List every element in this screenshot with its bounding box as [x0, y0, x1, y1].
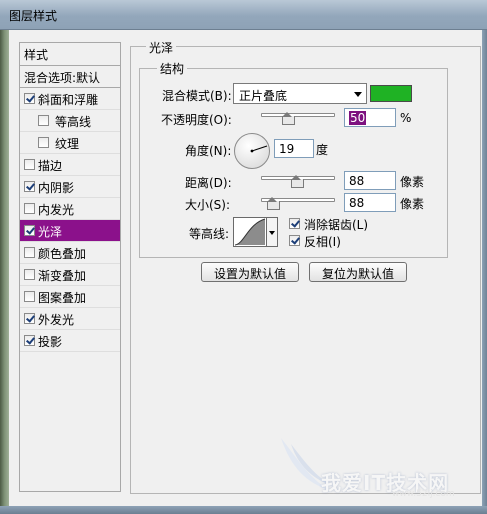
- style-item-label: 颜色叠加: [38, 247, 87, 261]
- window-frame-bottom: [0, 506, 487, 514]
- opacity-input[interactable]: 50: [344, 108, 396, 127]
- color-overlay-checkbox[interactable]: [24, 247, 35, 258]
- style-item-color-overlay[interactable]: 颜色叠加: [20, 242, 120, 264]
- dialog-client: 样式 混合选项:默认 斜面和浮雕 等高线 纹理 描边 内阴影 内发光 光泽 颜色…: [9, 30, 482, 506]
- anti-alias-checkbox[interactable]: [289, 218, 300, 229]
- size-input[interactable]: 88: [344, 193, 396, 212]
- anti-alias-label: 消除锯齿(L): [304, 218, 369, 232]
- style-item-satin[interactable]: 光泽: [20, 220, 120, 242]
- style-item-pattern-overlay[interactable]: 图案叠加: [20, 286, 120, 308]
- satin-checkbox[interactable]: [24, 225, 35, 236]
- style-item-label: 斜面和浮雕: [38, 93, 99, 107]
- styles-header[interactable]: 样式: [20, 43, 120, 66]
- angle-input[interactable]: 19: [274, 139, 314, 158]
- gradient-overlay-checkbox[interactable]: [24, 269, 35, 280]
- size-value: 88: [349, 196, 365, 210]
- invert-label: 反相(I): [304, 235, 341, 249]
- angle-unit: 度: [316, 143, 329, 157]
- invert-checkbox[interactable]: [289, 235, 300, 246]
- blending-options-item[interactable]: 混合选项:默认: [20, 66, 120, 88]
- size-label: 大小(S):: [185, 198, 231, 212]
- angle-dial-needle: [250, 145, 268, 153]
- style-item-drop-shadow[interactable]: 投影: [20, 330, 120, 352]
- pattern-overlay-checkbox[interactable]: [24, 291, 35, 302]
- style-item-inner-shadow[interactable]: 内阴影: [20, 176, 120, 198]
- inner-glow-checkbox[interactable]: [24, 203, 35, 214]
- style-item-label: 外发光: [38, 313, 75, 327]
- size-slider-thumb[interactable]: [267, 197, 280, 210]
- distance-slider-thumb[interactable]: [291, 175, 304, 188]
- style-item-label: 等高线: [55, 115, 92, 129]
- drop-shadow-checkbox[interactable]: [24, 335, 35, 346]
- style-item-label: 描边: [38, 159, 63, 173]
- distance-unit: 像素: [400, 175, 425, 189]
- style-item-label: 投影: [38, 335, 63, 349]
- contour-label: 等高线:: [189, 227, 230, 241]
- structure-group-title: 结构: [157, 60, 188, 77]
- style-item-bevel-emboss[interactable]: 斜面和浮雕: [20, 88, 120, 110]
- distance-value: 88: [349, 174, 365, 188]
- opacity-label: 不透明度(O):: [161, 113, 232, 127]
- opacity-unit: %: [400, 111, 412, 125]
- contour-curve-icon: [234, 218, 266, 246]
- contour-dropdown-button[interactable]: [267, 217, 278, 247]
- title-bar[interactable]: 图层样式: [0, 0, 487, 30]
- inner-shadow-checkbox[interactable]: [24, 181, 35, 192]
- color-swatch[interactable]: [370, 85, 412, 102]
- window-frame-left: [0, 30, 9, 514]
- texture-checkbox[interactable]: [38, 137, 49, 148]
- style-item-label: 图案叠加: [38, 291, 87, 305]
- style-item-outer-glow[interactable]: 外发光: [20, 308, 120, 330]
- satin-group-title: 光泽: [146, 39, 177, 56]
- blend-mode-value: 正片叠底: [239, 89, 288, 103]
- angle-value: 19: [279, 142, 295, 156]
- style-item-label: 渐变叠加: [38, 269, 87, 283]
- chevron-down-icon: [354, 92, 362, 97]
- make-default-button[interactable]: 设置为默认值: [201, 262, 299, 282]
- style-item-label: 光泽: [38, 225, 63, 239]
- distance-input[interactable]: 88: [344, 171, 396, 190]
- angle-label: 角度(N):: [185, 144, 232, 158]
- stroke-checkbox[interactable]: [24, 159, 35, 170]
- style-item-texture[interactable]: 纹理: [20, 132, 120, 154]
- style-item-label: 内阴影: [38, 181, 75, 195]
- outer-glow-checkbox[interactable]: [24, 313, 35, 324]
- contour-preview[interactable]: [233, 217, 267, 247]
- window-title: 图层样式: [9, 9, 58, 23]
- style-item-stroke[interactable]: 描边: [20, 154, 120, 176]
- style-item-contour[interactable]: 等高线: [20, 110, 120, 132]
- style-item-label: 纹理: [55, 137, 80, 151]
- blend-mode-select[interactable]: 正片叠底: [233, 83, 367, 104]
- angle-dial[interactable]: [234, 133, 270, 169]
- opacity-slider-thumb[interactable]: [282, 112, 295, 125]
- style-item-gradient-overlay[interactable]: 渐变叠加: [20, 264, 120, 286]
- style-item-label: 内发光: [38, 203, 75, 217]
- watermark-url: www.52ij.com: [392, 489, 455, 499]
- window-frame-right: [482, 30, 487, 514]
- blend-mode-label: 混合模式(B):: [162, 89, 232, 103]
- size-unit: 像素: [400, 197, 425, 211]
- opacity-slider-track[interactable]: [261, 113, 335, 117]
- style-item-inner-glow[interactable]: 内发光: [20, 198, 120, 220]
- styles-list: 样式 混合选项:默认 斜面和浮雕 等高线 纹理 描边 内阴影 内发光 光泽 颜色…: [19, 42, 121, 492]
- opacity-value: 50: [349, 111, 367, 125]
- contour-checkbox[interactable]: [38, 115, 49, 126]
- distance-label: 距离(D):: [185, 176, 232, 190]
- bevel-emboss-checkbox[interactable]: [24, 93, 35, 104]
- reset-default-button[interactable]: 复位为默认值: [309, 262, 407, 282]
